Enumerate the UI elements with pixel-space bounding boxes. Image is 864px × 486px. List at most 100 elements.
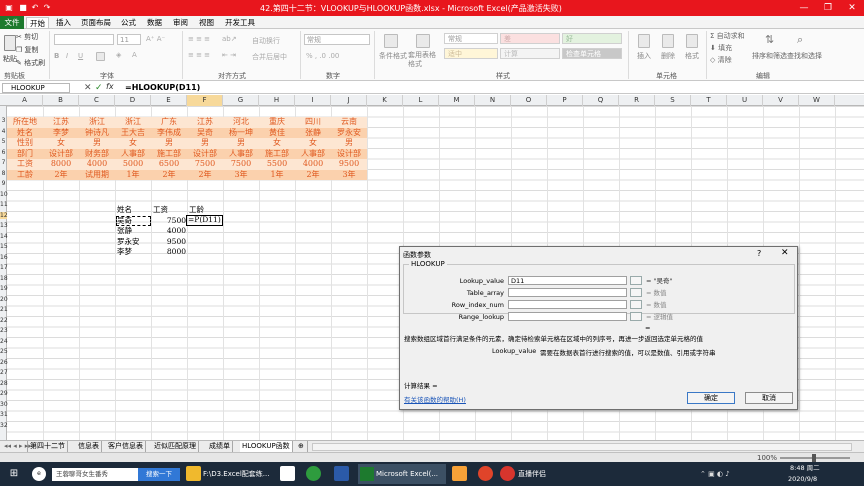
insert-cells-icon[interactable] — [638, 34, 650, 48]
table-cell[interactable]: 施工部 — [151, 149, 187, 160]
row-header[interactable]: 30 — [0, 401, 8, 408]
table-cell[interactable]: 7500 — [223, 159, 259, 170]
sheet-tab[interactable]: 客户信息表 — [106, 441, 146, 452]
format-cells-icon[interactable] — [686, 34, 698, 48]
table-cell[interactable]: 工资 — [7, 159, 43, 170]
italic-button[interactable]: I — [66, 52, 68, 60]
table-cell[interactable]: 张静 — [295, 128, 331, 139]
indent-icon[interactable]: ⇤ ⇥ — [222, 51, 236, 59]
table-cell[interactable]: 1年 — [259, 170, 295, 181]
table-cell[interactable]: 4000 — [79, 159, 115, 170]
col-header[interactable]: C — [79, 95, 115, 106]
underline-button[interactable]: U — [78, 52, 83, 60]
col-header[interactable]: D — [115, 95, 151, 106]
row-header[interactable]: 5 — [0, 138, 7, 145]
row-header[interactable]: 25 — [0, 348, 8, 355]
col-header[interactable]: V — [763, 95, 799, 106]
row-header[interactable]: 29 — [0, 390, 8, 397]
row-header[interactable]: 17 — [0, 264, 8, 271]
table-cell[interactable]: 男 — [223, 138, 259, 149]
row-header[interactable]: 18 — [0, 275, 8, 282]
border-icon[interactable] — [96, 52, 105, 61]
col-header[interactable]: T — [691, 95, 727, 106]
col-header[interactable]: N — [475, 95, 511, 106]
paste-icon[interactable] — [4, 35, 16, 51]
table-cell[interactable]: 财务部 — [79, 149, 115, 160]
row-header[interactable]: 8 — [0, 170, 7, 177]
taskbar-search[interactable]: 王蓉聊哥女生番秀 搜索一下 — [52, 468, 180, 481]
sheet-nav-arrows[interactable]: ◂◂ ◂ ▸ ▸▸ — [2, 441, 32, 452]
col-header[interactable]: U — [727, 95, 763, 106]
table-cell[interactable]: 所在地 — [7, 117, 43, 128]
col-header[interactable]: A — [7, 95, 43, 106]
col-header[interactable]: E — [151, 95, 187, 106]
table-cell[interactable]: 2年 — [295, 170, 331, 181]
col-header[interactable]: O — [511, 95, 547, 106]
table-cell[interactable]: 浙江 — [115, 117, 151, 128]
style-calculation[interactable]: 计算 — [500, 48, 560, 59]
table-cell[interactable]: 4000 — [295, 159, 331, 170]
chrome-icon[interactable] — [478, 466, 493, 481]
table-cell[interactable]: 四川 — [295, 117, 331, 128]
horizontal-scrollbar[interactable] — [312, 443, 852, 451]
style-check-cell[interactable]: 检查单元格 — [562, 48, 622, 59]
row-header[interactable]: 31 — [0, 411, 8, 418]
table-array-input[interactable] — [508, 288, 627, 297]
table-cell[interactable]: 女 — [295, 138, 331, 149]
table-cell[interactable]: 云南 — [331, 117, 367, 128]
table-cell[interactable]: 男 — [187, 138, 223, 149]
table-cell[interactable]: 王大吉 — [115, 128, 151, 139]
row-header[interactable]: 16 — [0, 254, 8, 261]
copy-button[interactable]: ❐ 复制 — [16, 45, 39, 55]
table-cell[interactable]: 江苏 — [43, 117, 79, 128]
sort-filter-button[interactable]: 排序和筛选 — [752, 51, 787, 61]
table-cell[interactable]: 施工部 — [259, 149, 295, 160]
col-header[interactable]: L — [403, 95, 439, 106]
zoom-slider-handle[interactable] — [812, 454, 816, 462]
maximize-button[interactable]: ❐ — [816, 0, 840, 16]
row-header[interactable]: 26 — [0, 359, 8, 366]
table-cell[interactable]: 2年 — [187, 170, 223, 181]
row-header[interactable]: 19 — [0, 285, 8, 292]
zoom-level[interactable]: 100% — [757, 454, 777, 462]
lookup-cell[interactable]: 罗永安 — [117, 237, 140, 248]
active-cell-f11[interactable]: =P(D11) — [186, 215, 223, 226]
wrap-text-button[interactable]: 自动换行 — [252, 36, 280, 46]
minimize-button[interactable]: — — [792, 0, 816, 16]
tab-review[interactable]: 审阅 — [170, 17, 191, 28]
style-good[interactable]: 好 — [562, 33, 622, 44]
table-cell[interactable]: 重庆 — [259, 117, 295, 128]
col-header[interactable]: B — [43, 95, 79, 106]
orientation-icon[interactable]: ab↗ — [222, 35, 237, 43]
collapse-dialog-icon[interactable] — [630, 276, 642, 285]
style-neutral[interactable]: 适中 — [444, 48, 498, 59]
table-cell[interactable]: 浙江 — [79, 117, 115, 128]
sort-filter-icon[interactable]: ⇅ — [765, 33, 774, 46]
wechat-icon[interactable] — [306, 466, 321, 481]
table-cell[interactable]: 5000 — [115, 159, 151, 170]
table-cell[interactable]: 男 — [151, 138, 187, 149]
row-header[interactable]: 15 — [0, 243, 8, 250]
store-icon[interactable] — [280, 466, 295, 481]
folder-icon[interactable] — [186, 466, 201, 481]
sheet-tab[interactable]: 信息表 — [76, 441, 102, 452]
col-header[interactable]: G — [223, 95, 259, 106]
lookup-cell[interactable]: 4000 — [151, 226, 186, 237]
table-cell[interactable]: 人事部 — [295, 149, 331, 160]
taskbar-folder-window[interactable]: F:\D3.Excel配套练... — [203, 464, 269, 484]
cancel-entry-icon[interactable]: ✕ — [84, 83, 92, 93]
bold-button[interactable]: B — [54, 52, 59, 60]
table-cell[interactable]: 李伟成 — [151, 128, 187, 139]
font-name-box[interactable] — [54, 34, 114, 45]
redo-icon[interactable]: ↷ — [42, 3, 52, 13]
start-icon[interactable]: ⊞ — [2, 464, 26, 484]
table-cell[interactable]: 部门 — [7, 149, 43, 160]
formula-text[interactable]: =HLOOKUP(D11) — [125, 83, 200, 93]
fill-color-icon[interactable]: ◈ — [116, 51, 121, 59]
table-cell[interactable]: 李梦 — [43, 128, 79, 139]
live-icon[interactable] — [500, 466, 515, 481]
table-cell[interactable]: 3年 — [331, 170, 367, 181]
table-cell[interactable]: 试用期 — [79, 170, 115, 181]
table-cell[interactable]: 钟诗凡 — [79, 128, 115, 139]
table-cell[interactable]: 8000 — [43, 159, 79, 170]
